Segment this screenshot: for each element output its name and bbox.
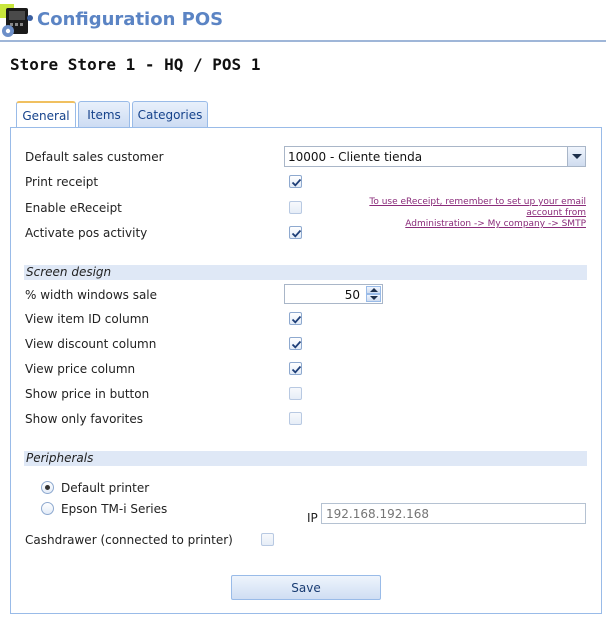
peripherals-section-header: Peripherals [24,451,587,466]
ip-input[interactable] [321,503,586,524]
save-button[interactable]: Save [231,575,381,600]
chevron-up-icon [370,288,378,292]
check-icon [291,340,302,349]
print-receipt-checkbox[interactable] [289,175,302,188]
show-only-favorites-label: Show only favorites [25,412,144,426]
screen-design-section-header: Screen design [24,265,587,280]
spinner-up-button[interactable] [366,286,381,294]
pos-terminal-gear-icon [0,4,34,38]
tab-items[interactable]: Items [78,101,130,127]
check-icon [291,365,302,374]
view-item-id-column-checkbox[interactable] [289,312,302,325]
ip-label: IP [307,511,318,525]
show-price-in-button-checkbox[interactable] [289,387,302,400]
cashdrawer-checkbox[interactable] [261,533,274,546]
default-printer-label: Default printer [61,481,150,495]
view-price-column-label: View price column [25,362,136,376]
tab-categories[interactable]: Categories [132,101,208,127]
tab-general[interactable]: General [16,101,76,128]
show-price-in-button-label: Show price in button [25,387,150,401]
chevron-down-icon [572,154,582,159]
dropdown-trigger[interactable] [567,147,585,166]
default-printer-radio[interactable] [41,481,54,494]
check-icon [291,315,302,324]
default-sales-customer-select[interactable]: 10000 - Cliente tienda [284,146,586,167]
default-sales-customer-label: Default sales customer [25,150,164,164]
width-windows-sale-value: 50 [344,288,360,302]
page-title: Store Store 1 - HQ / POS 1 [10,55,261,74]
ereceipt-note-line1: To use eReceipt, remember to set up your… [369,197,586,218]
ereceipt-note-line2: Administration -> My company -> SMTP [405,219,586,229]
check-icon [291,178,302,187]
enable-ereceipt-checkbox[interactable] [289,201,302,214]
activate-pos-activity-label: Activate pos activity [25,226,148,240]
check-icon [291,229,302,238]
header-divider [0,40,606,42]
default-sales-customer-value: 10000 - Cliente tienda [288,150,423,164]
cashdrawer-label: Cashdrawer (connected to printer) [25,533,233,547]
epson-tmi-radio[interactable] [41,502,54,515]
print-receipt-label: Print receipt [25,175,99,189]
view-discount-column-label: View discount column [25,337,157,351]
epson-tmi-label: Epson TM-i Series [61,502,168,516]
width-windows-sale-spinner[interactable]: 50 [284,284,383,304]
enable-ereceipt-label: Enable eReceipt [25,201,122,215]
app-title: Configuration POS [37,9,224,30]
spinner-down-button[interactable] [366,294,381,302]
view-item-id-column-label: View item ID column [25,312,149,326]
view-price-column-checkbox[interactable] [289,362,302,375]
top-bar: Configuration POS [0,0,606,42]
activate-pos-activity-checkbox[interactable] [289,226,302,239]
chevron-down-icon [370,296,378,300]
show-only-favorites-checkbox[interactable] [289,412,302,425]
radio-selected-dot [45,485,50,490]
ereceipt-setup-link[interactable]: To use eReceipt, remember to set up your… [332,197,586,230]
view-discount-column-checkbox[interactable] [289,337,302,350]
width-windows-sale-label: % width windows sale [25,288,158,302]
